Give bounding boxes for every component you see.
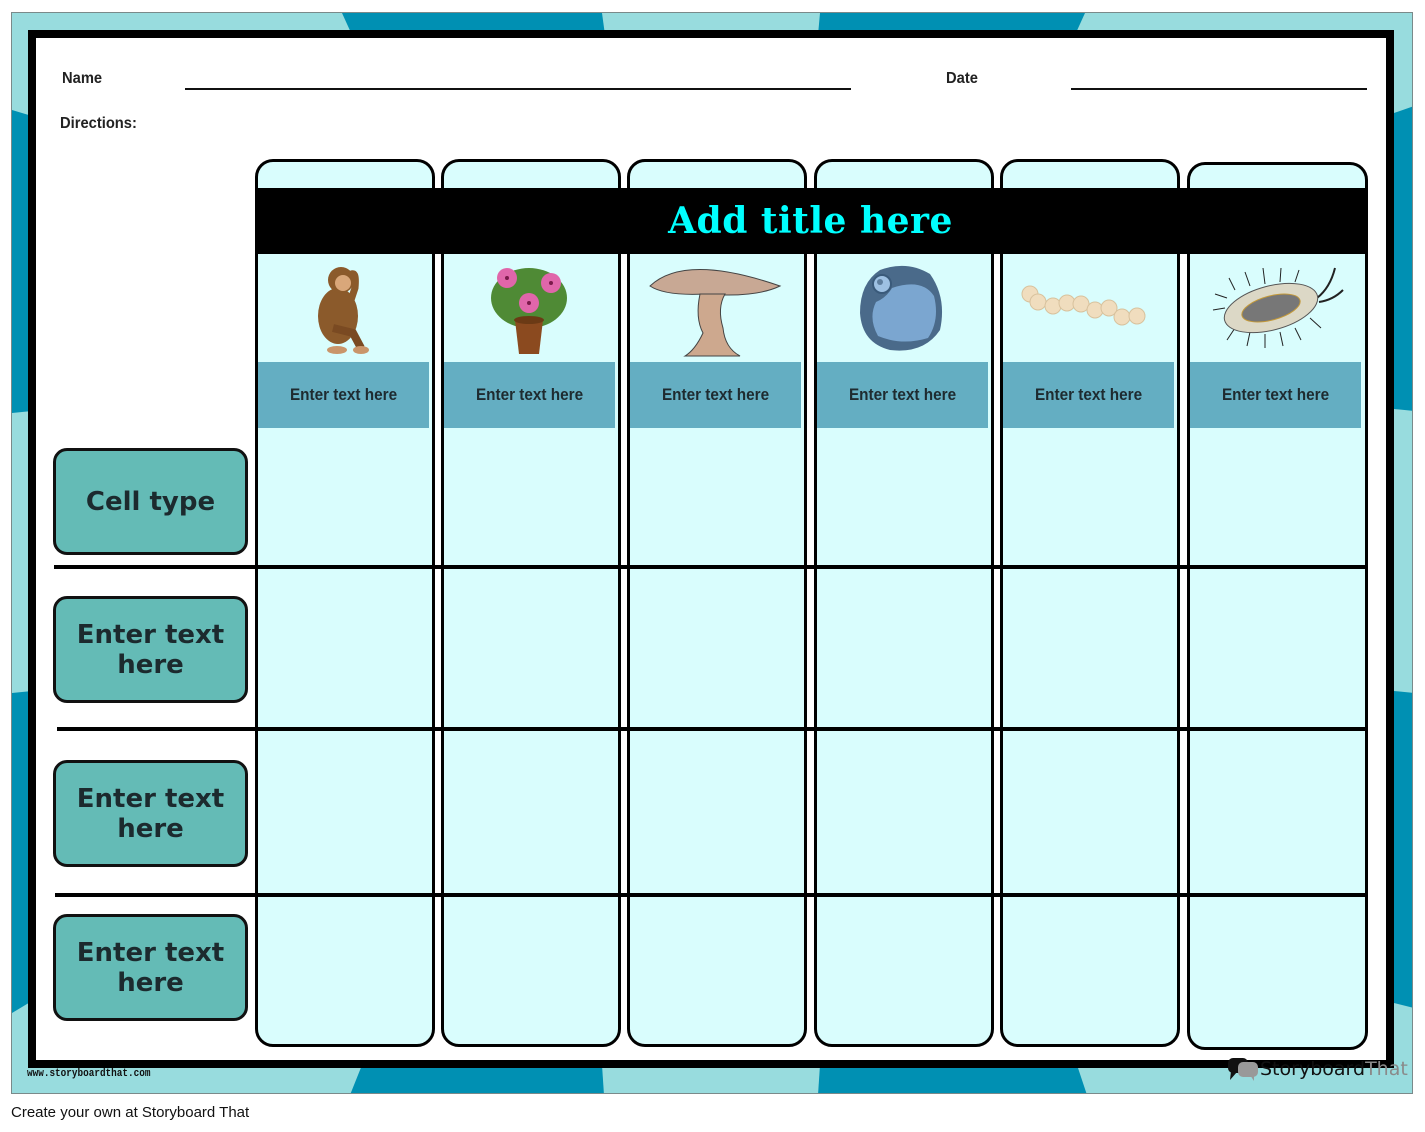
name-input-line[interactable]: [185, 88, 851, 90]
date-input-line[interactable]: [1071, 88, 1367, 90]
row-label-1[interactable]: Cell type: [53, 448, 248, 555]
row-divider: [54, 565, 1366, 569]
logo-text-that: That: [1365, 1058, 1408, 1080]
date-label: Date: [946, 70, 978, 87]
potted-flower-icon: [444, 258, 614, 358]
row-divider: [55, 893, 1366, 897]
row-label-3[interactable]: Enter text here: [53, 760, 248, 867]
row-divider: [57, 727, 1366, 731]
column-header-2[interactable]: Enter text here: [444, 362, 615, 428]
directions-label: Directions:: [60, 115, 137, 132]
column-header-3[interactable]: Enter text here: [630, 362, 801, 428]
column-header-5[interactable]: Enter text here: [1003, 362, 1174, 428]
animal-cell-icon: [817, 258, 987, 358]
row-label-4[interactable]: Enter text here: [53, 914, 248, 1021]
row-label-2[interactable]: Enter text here: [53, 596, 248, 703]
column-header-1[interactable]: Enter text here: [258, 362, 429, 428]
website-url: www.storyboardthat.com: [27, 1068, 151, 1080]
column-header-6[interactable]: Enter text here: [1190, 362, 1361, 428]
storyboardthat-logo: Storyboard That: [1228, 1056, 1408, 1082]
streptococcus-chain-icon: [1003, 258, 1173, 358]
bacterium-icon: [1190, 258, 1360, 358]
worksheet-title[interactable]: Add title here: [668, 200, 953, 242]
monkey-icon: [258, 258, 428, 358]
footer-link[interactable]: Create your own at Storyboard That: [11, 1104, 249, 1121]
column-header-4[interactable]: Enter text here: [817, 362, 988, 428]
speech-bubble-icon: [1228, 1058, 1258, 1081]
name-label: Name: [62, 70, 103, 87]
logo-text-storyboard: Storyboard: [1260, 1058, 1366, 1080]
mushroom-icon: [630, 258, 800, 358]
title-bar: Add title here: [256, 188, 1365, 254]
